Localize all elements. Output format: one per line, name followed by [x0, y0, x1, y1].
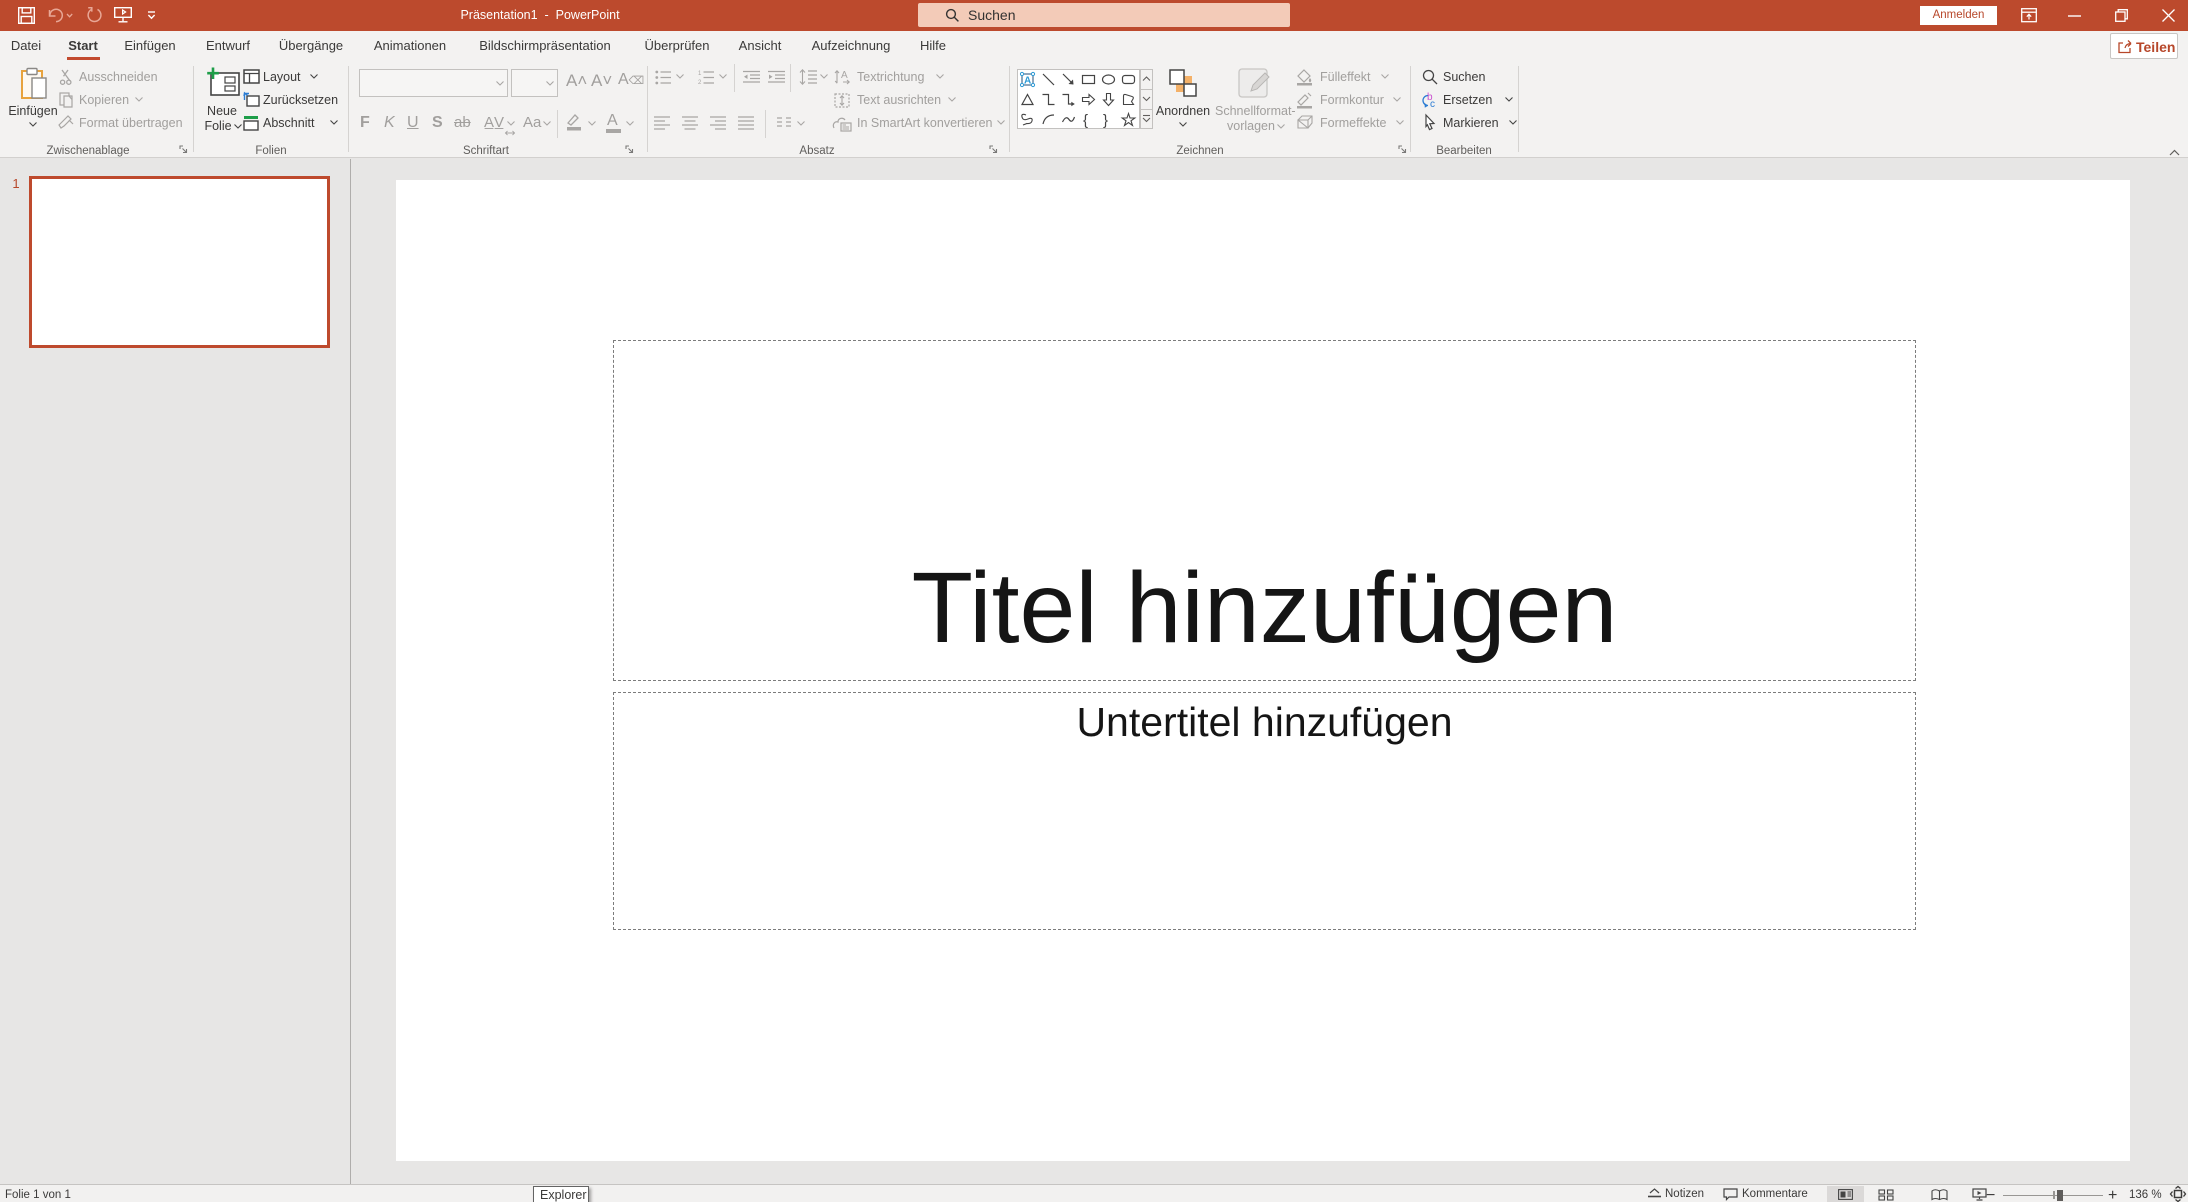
svg-text:A: A	[1024, 76, 1031, 87]
svg-text:1: 1	[698, 71, 702, 77]
svg-text:A: A	[841, 70, 848, 81]
svg-text:c: c	[1430, 99, 1435, 110]
